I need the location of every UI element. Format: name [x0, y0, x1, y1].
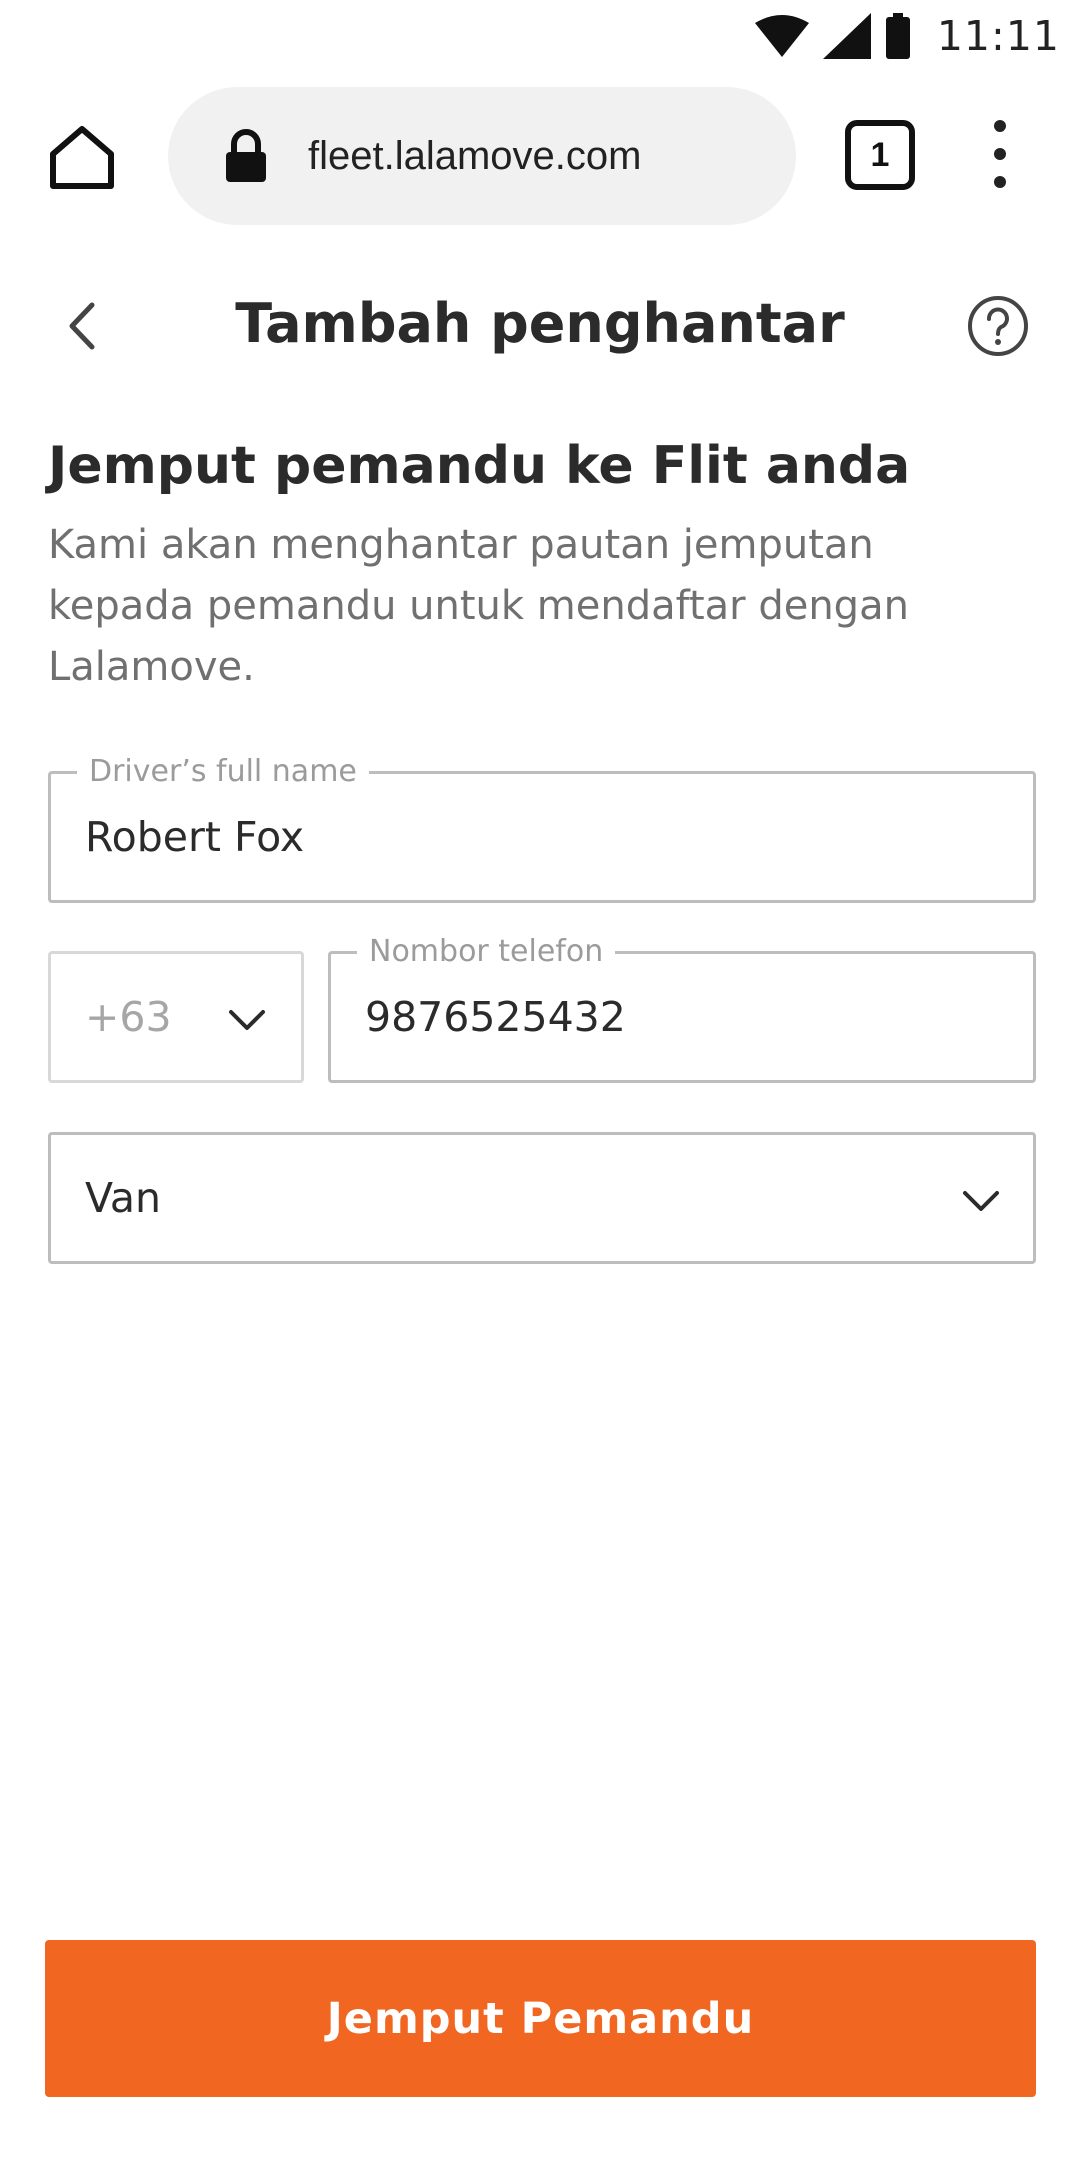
more-vert-icon[interactable] [980, 114, 1020, 194]
tabs-button[interactable]: 1 [845, 120, 915, 190]
tab-count: 1 [870, 135, 890, 174]
status-bar: 11:11 [0, 0, 1080, 72]
phone-number-field[interactable]: Nombor telefon 9876525432 [328, 934, 1036, 1083]
app-header: Tambah penghantar [0, 270, 1080, 380]
vehicle-type-value: Van [85, 1174, 161, 1222]
lock-icon [224, 128, 268, 184]
page-title: Tambah penghantar [235, 292, 845, 355]
country-code-select[interactable]: +63 [48, 951, 304, 1083]
help-button[interactable] [966, 294, 1030, 358]
status-time: 11:11 [936, 12, 1060, 60]
section-heading: Jemput pemandu ke Flit anda [48, 436, 911, 496]
chevron-down-icon [963, 1191, 999, 1211]
invite-driver-button[interactable]: Jemput Pemandu [45, 1940, 1036, 2097]
phone-number-value: 9876525432 [365, 993, 626, 1041]
url-text: fleet.lalamove.com [308, 133, 642, 178]
battery-icon [885, 13, 910, 59]
vehicle-type-select[interactable]: Van [48, 1132, 1036, 1264]
browser-toolbar: fleet.lalamove.com 1 [0, 86, 1080, 226]
signal-icon [822, 13, 871, 59]
driver-name-field[interactable]: Driver’s full name Robert Fox [48, 754, 1036, 903]
help-icon [968, 296, 1028, 356]
home-icon [50, 126, 114, 189]
status-icons: 11:11 [754, 8, 1060, 64]
driver-name-value: Robert Fox [85, 813, 305, 861]
country-code-value: +63 [85, 993, 172, 1041]
address-bar[interactable]: fleet.lalamove.com [168, 87, 796, 225]
chevron-down-icon [229, 1010, 265, 1030]
wifi-icon [754, 15, 809, 57]
home-button[interactable] [44, 122, 120, 192]
section-description: Kami akan menghantar pautan jemputan kep… [48, 522, 909, 690]
